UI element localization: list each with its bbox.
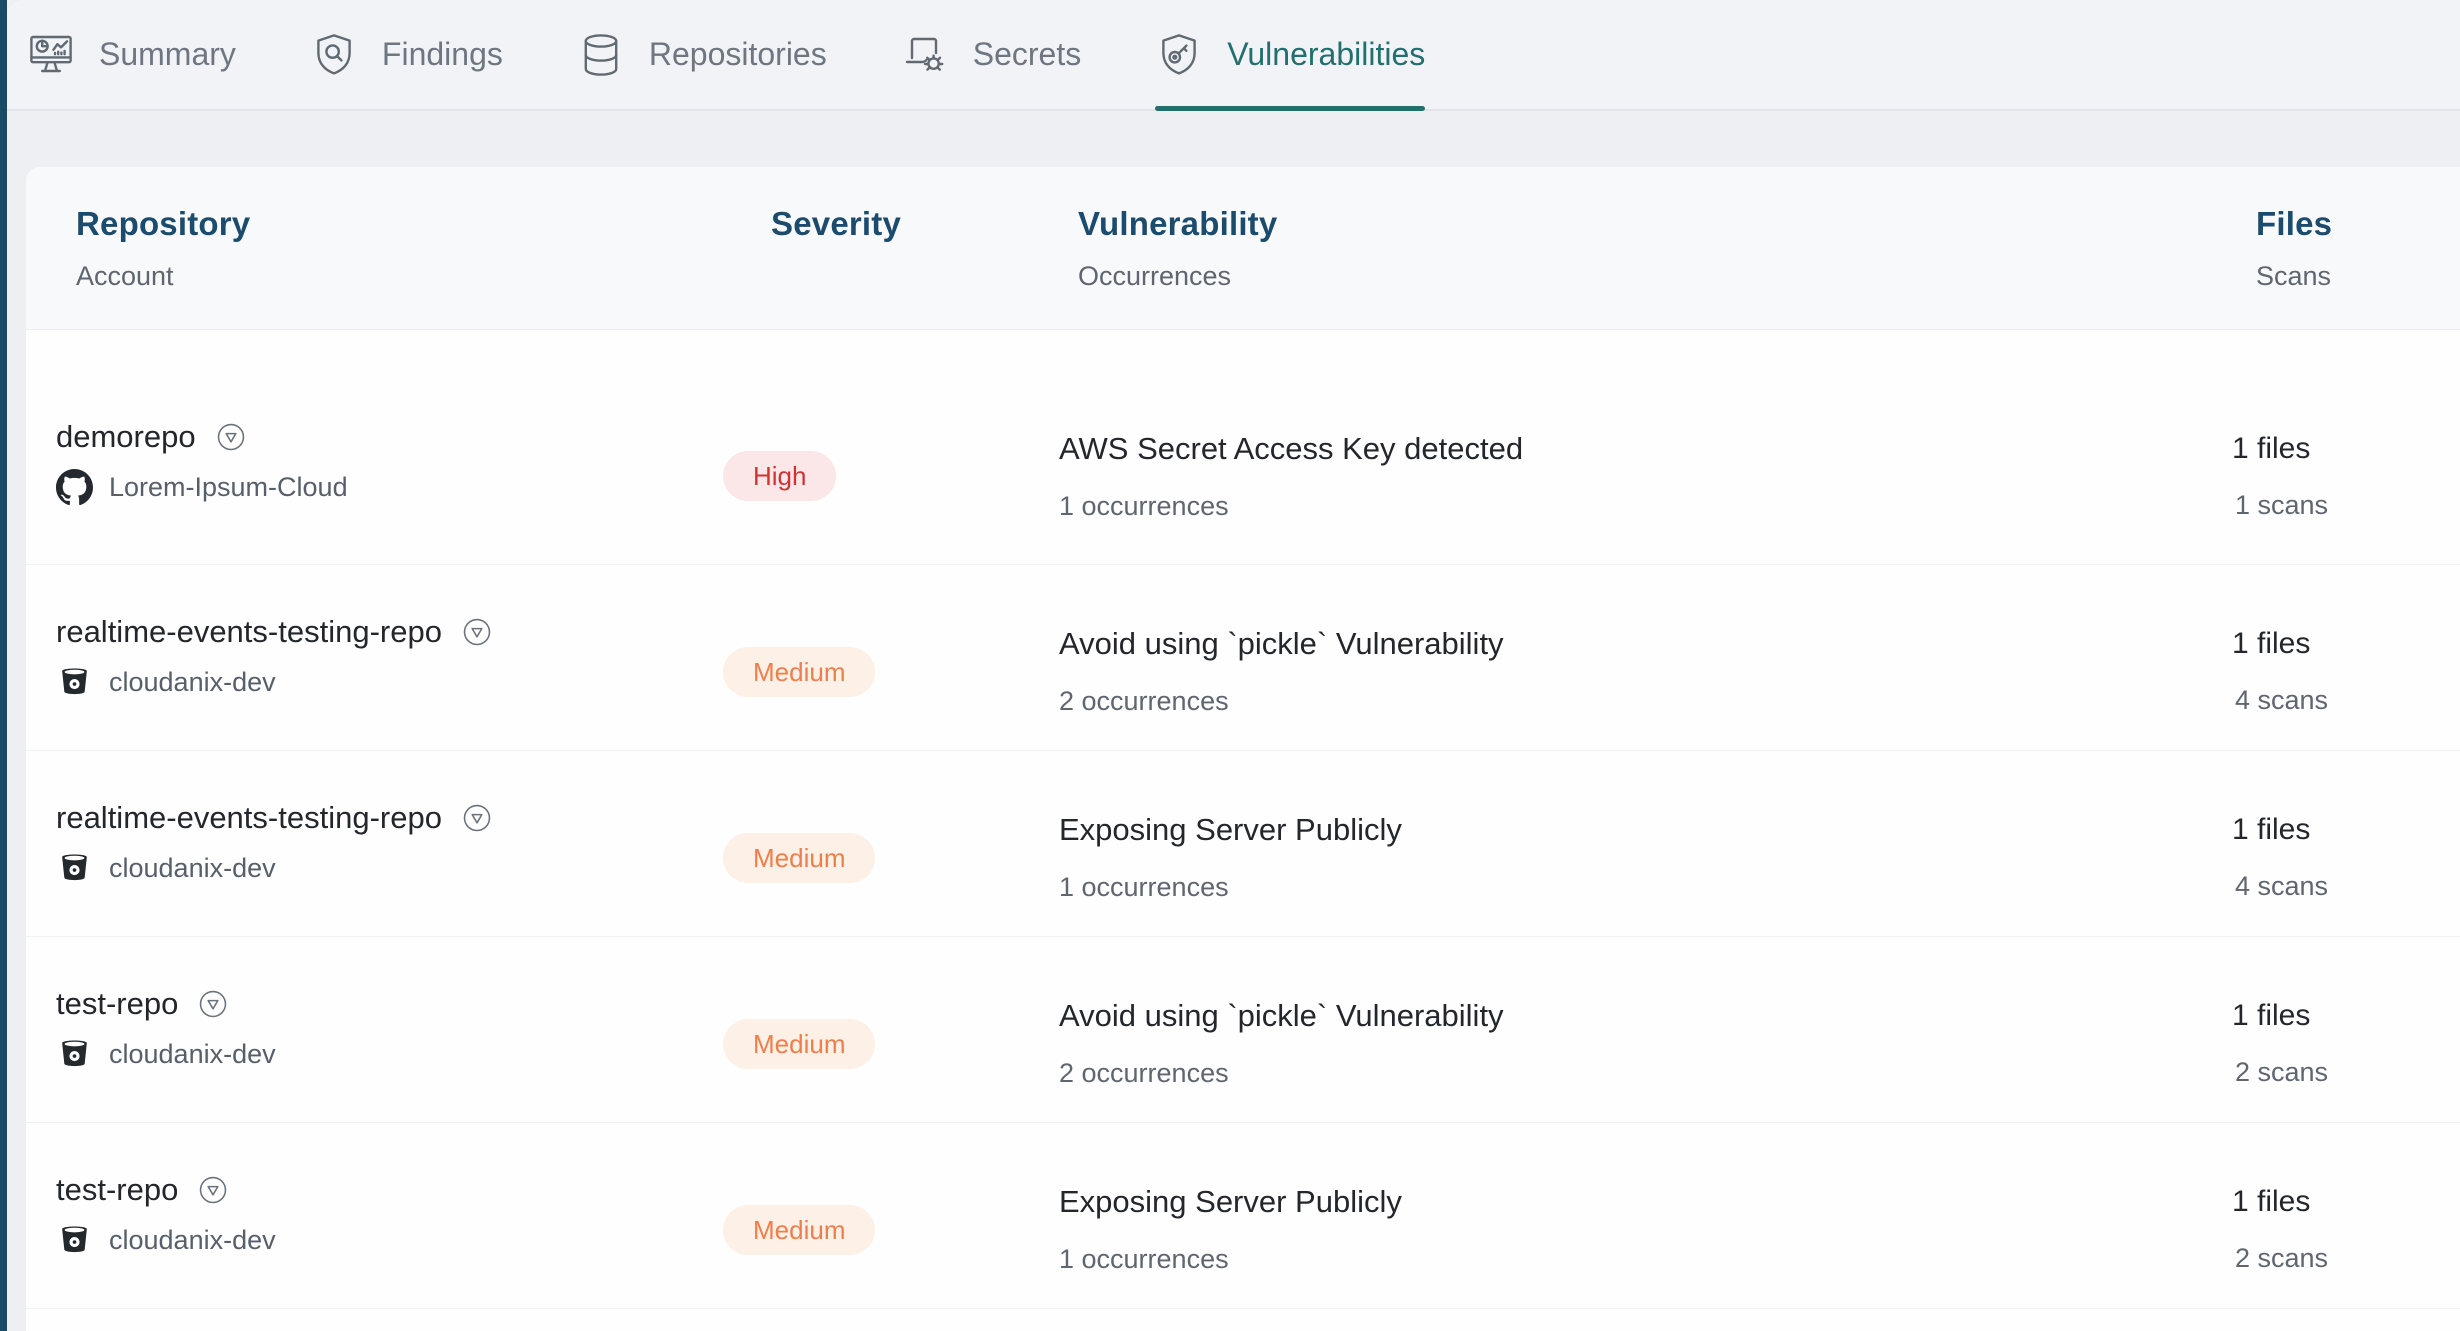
table-row[interactable]: realtime-events-testing-repo — [26, 565, 2460, 751]
vulnerabilities-icon — [1155, 31, 1203, 79]
bucket-icon — [56, 664, 93, 701]
table-row[interactable]: realtime-events-testing-repo — [26, 751, 2460, 937]
files-cell: 1 files 2 scans — [2232, 1185, 2460, 1274]
tab-secrets[interactable]: Secrets — [901, 0, 1081, 109]
severity-badge: High — [723, 451, 836, 501]
repository-name[interactable]: realtime-events-testing-repo — [56, 800, 442, 836]
files-cell: 1 files 4 scans — [2232, 813, 2460, 902]
scans-count: 4 scans — [2232, 871, 2460, 902]
severity-cell: Medium — [717, 1205, 1047, 1255]
column-header-severity[interactable]: Severity — [717, 205, 1047, 292]
repository-name[interactable]: test-repo — [56, 1172, 178, 1208]
expand-icon[interactable] — [460, 615, 494, 649]
occurrences-count: 1 occurrences — [1059, 1244, 2232, 1275]
files-cell: 1 files 4 scans — [2232, 627, 2460, 716]
occurrences-count: 1 occurrences — [1059, 872, 2232, 903]
severity-cell: Medium — [717, 833, 1047, 883]
tab-findings[interactable]: Findings — [310, 0, 503, 109]
vulnerability-title[interactable]: Avoid using `pickle` Vulnerability — [1059, 626, 2232, 662]
repository-cell: test-repo c — [56, 986, 717, 1073]
severity-badge: Medium — [723, 1019, 875, 1069]
repository-name[interactable]: demorepo — [56, 419, 196, 455]
vulnerability-title[interactable]: Exposing Server Publicly — [1059, 812, 2232, 848]
bucket-icon — [56, 1036, 93, 1073]
files-cell: 1 files 2 scans — [2232, 999, 2460, 1088]
vulnerability-cell: Exposing Server Publicly 1 occurrences — [1047, 1184, 2232, 1275]
vulnerability-cell: Avoid using `pickle` Vulnerability 2 occ… — [1047, 998, 2232, 1089]
column-header-repository[interactable]: Repository Account — [76, 205, 717, 292]
occurrences-count: 2 occurrences — [1059, 686, 2232, 717]
severity-cell: Medium — [717, 647, 1047, 697]
files-count: 1 files — [2232, 432, 2460, 466]
tab-vulnerabilities[interactable]: Vulnerabilities — [1155, 0, 1425, 109]
vulnerabilities-table: Repository Account Severity Vulnerabilit… — [26, 167, 2460, 1331]
severity-badge: Medium — [723, 833, 875, 883]
vulnerability-cell: Avoid using `pickle` Vulnerability 2 occ… — [1047, 626, 2232, 717]
vulnerability-cell: Exposing Server Publicly 1 occurrences — [1047, 812, 2232, 903]
severity-cell: High — [717, 451, 1047, 501]
tab-summary[interactable]: Summary — [27, 0, 236, 109]
secrets-icon — [901, 31, 949, 79]
expand-icon[interactable] — [460, 801, 494, 835]
repository-cell: demorepo Lorem-Ipsum-Cloud — [56, 419, 717, 506]
tab-label: Findings — [382, 36, 503, 73]
column-header-files[interactable]: Files Scans — [2232, 205, 2460, 292]
repository-cell: realtime-events-testing-repo — [56, 614, 717, 701]
files-count: 1 files — [2232, 813, 2460, 847]
files-count: 1 files — [2232, 627, 2460, 661]
github-icon — [56, 469, 93, 506]
tab-label: Vulnerabilities — [1227, 36, 1425, 73]
expand-icon[interactable] — [196, 987, 230, 1021]
scans-count: 1 scans — [2232, 490, 2460, 521]
bucket-icon — [56, 1222, 93, 1259]
repository-name[interactable]: test-repo — [56, 986, 178, 1022]
table-body: demorepo Lorem-Ipsum-Cloud — [26, 330, 2460, 1309]
files-count: 1 files — [2232, 999, 2460, 1033]
tab-bar: Summary Findings Repositories — [7, 0, 2460, 111]
vulnerability-title[interactable]: AWS Secret Access Key detected — [1059, 431, 2232, 467]
findings-icon — [310, 31, 358, 79]
account-name: cloudanix-dev — [109, 1039, 276, 1070]
column-header-vulnerability[interactable]: Vulnerability Occurrences — [1047, 205, 2232, 292]
expand-icon[interactable] — [214, 420, 248, 454]
scans-count: 4 scans — [2232, 685, 2460, 716]
account-name: cloudanix-dev — [109, 1225, 276, 1256]
left-nav-rail — [0, 0, 7, 1331]
repository-cell: realtime-events-testing-repo — [56, 800, 717, 887]
vulnerability-cell: AWS Secret Access Key detected 1 occurre… — [1047, 431, 2232, 522]
table-row[interactable]: demorepo Lorem-Ipsum-Cloud — [26, 360, 2460, 565]
repository-name[interactable]: realtime-events-testing-repo — [56, 614, 442, 650]
occurrences-count: 1 occurrences — [1059, 491, 2232, 522]
bucket-icon — [56, 850, 93, 887]
summary-icon — [27, 31, 75, 79]
vulnerability-title[interactable]: Avoid using `pickle` Vulnerability — [1059, 998, 2232, 1034]
tab-label: Summary — [99, 36, 236, 73]
severity-cell: Medium — [717, 1019, 1047, 1069]
scans-count: 2 scans — [2232, 1057, 2460, 1088]
tab-label: Repositories — [649, 36, 827, 73]
table-row[interactable]: test-repo c — [26, 937, 2460, 1123]
scans-count: 2 scans — [2232, 1243, 2460, 1274]
account-name: Lorem-Ipsum-Cloud — [109, 472, 348, 503]
tab-label: Secrets — [973, 36, 1081, 73]
occurrences-count: 2 occurrences — [1059, 1058, 2232, 1089]
severity-badge: Medium — [723, 647, 875, 697]
tab-repositories[interactable]: Repositories — [577, 0, 827, 109]
table-header: Repository Account Severity Vulnerabilit… — [26, 167, 2460, 330]
account-name: cloudanix-dev — [109, 853, 276, 884]
account-name: cloudanix-dev — [109, 667, 276, 698]
files-count: 1 files — [2232, 1185, 2460, 1219]
repositories-icon — [577, 31, 625, 79]
expand-icon[interactable] — [196, 1173, 230, 1207]
vulnerability-title[interactable]: Exposing Server Publicly — [1059, 1184, 2232, 1220]
severity-badge: Medium — [723, 1205, 875, 1255]
repository-cell: test-repo c — [56, 1172, 717, 1259]
table-row[interactable]: test-repo c — [26, 1123, 2460, 1309]
files-cell: 1 files 1 scans — [2232, 432, 2460, 521]
